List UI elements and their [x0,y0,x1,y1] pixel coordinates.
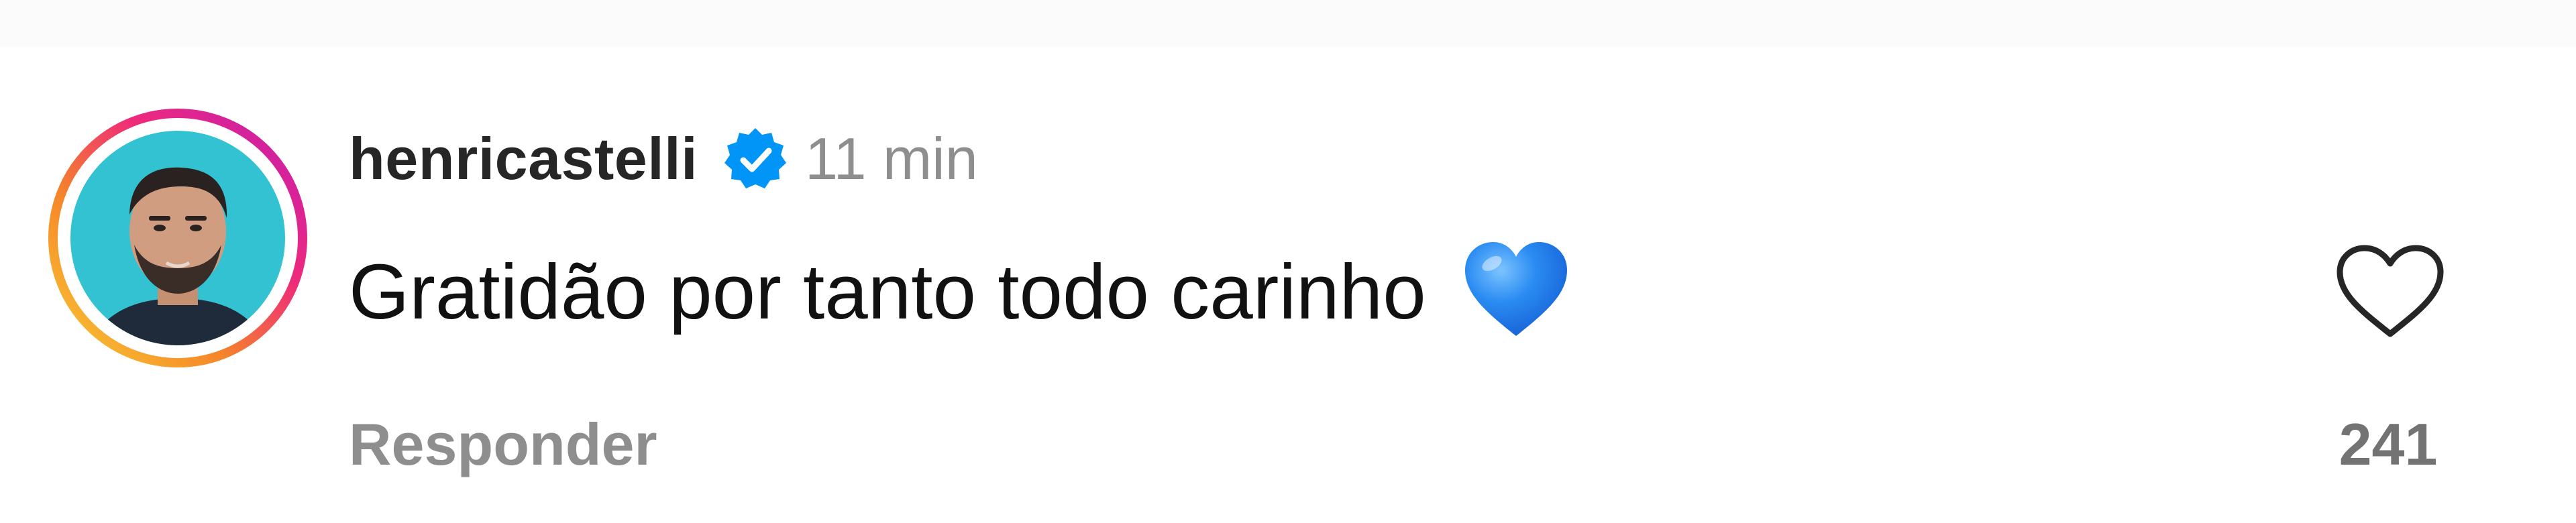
comment-body: Gratidão por tanto todo carinho [349,231,1572,352]
profile-photo [70,131,285,345]
reply-button[interactable]: Responder [349,410,657,479]
like-heart-icon[interactable] [2333,241,2447,342]
blue-heart-emoji-icon [1460,235,1572,348]
comment-text: Gratidão por tanto todo carinho [349,248,1426,335]
verified-badge-icon [722,125,789,192]
comment-header: henricastelli 11 min [349,122,978,196]
avatar-story-ring [48,109,307,367]
comment-timestamp: 11 min [805,125,978,192]
avatar[interactable] [47,107,309,369]
username-link[interactable]: henricastelli [349,125,698,193]
top-divider-area [0,0,2576,47]
like-count: 241 [2339,411,2438,477]
